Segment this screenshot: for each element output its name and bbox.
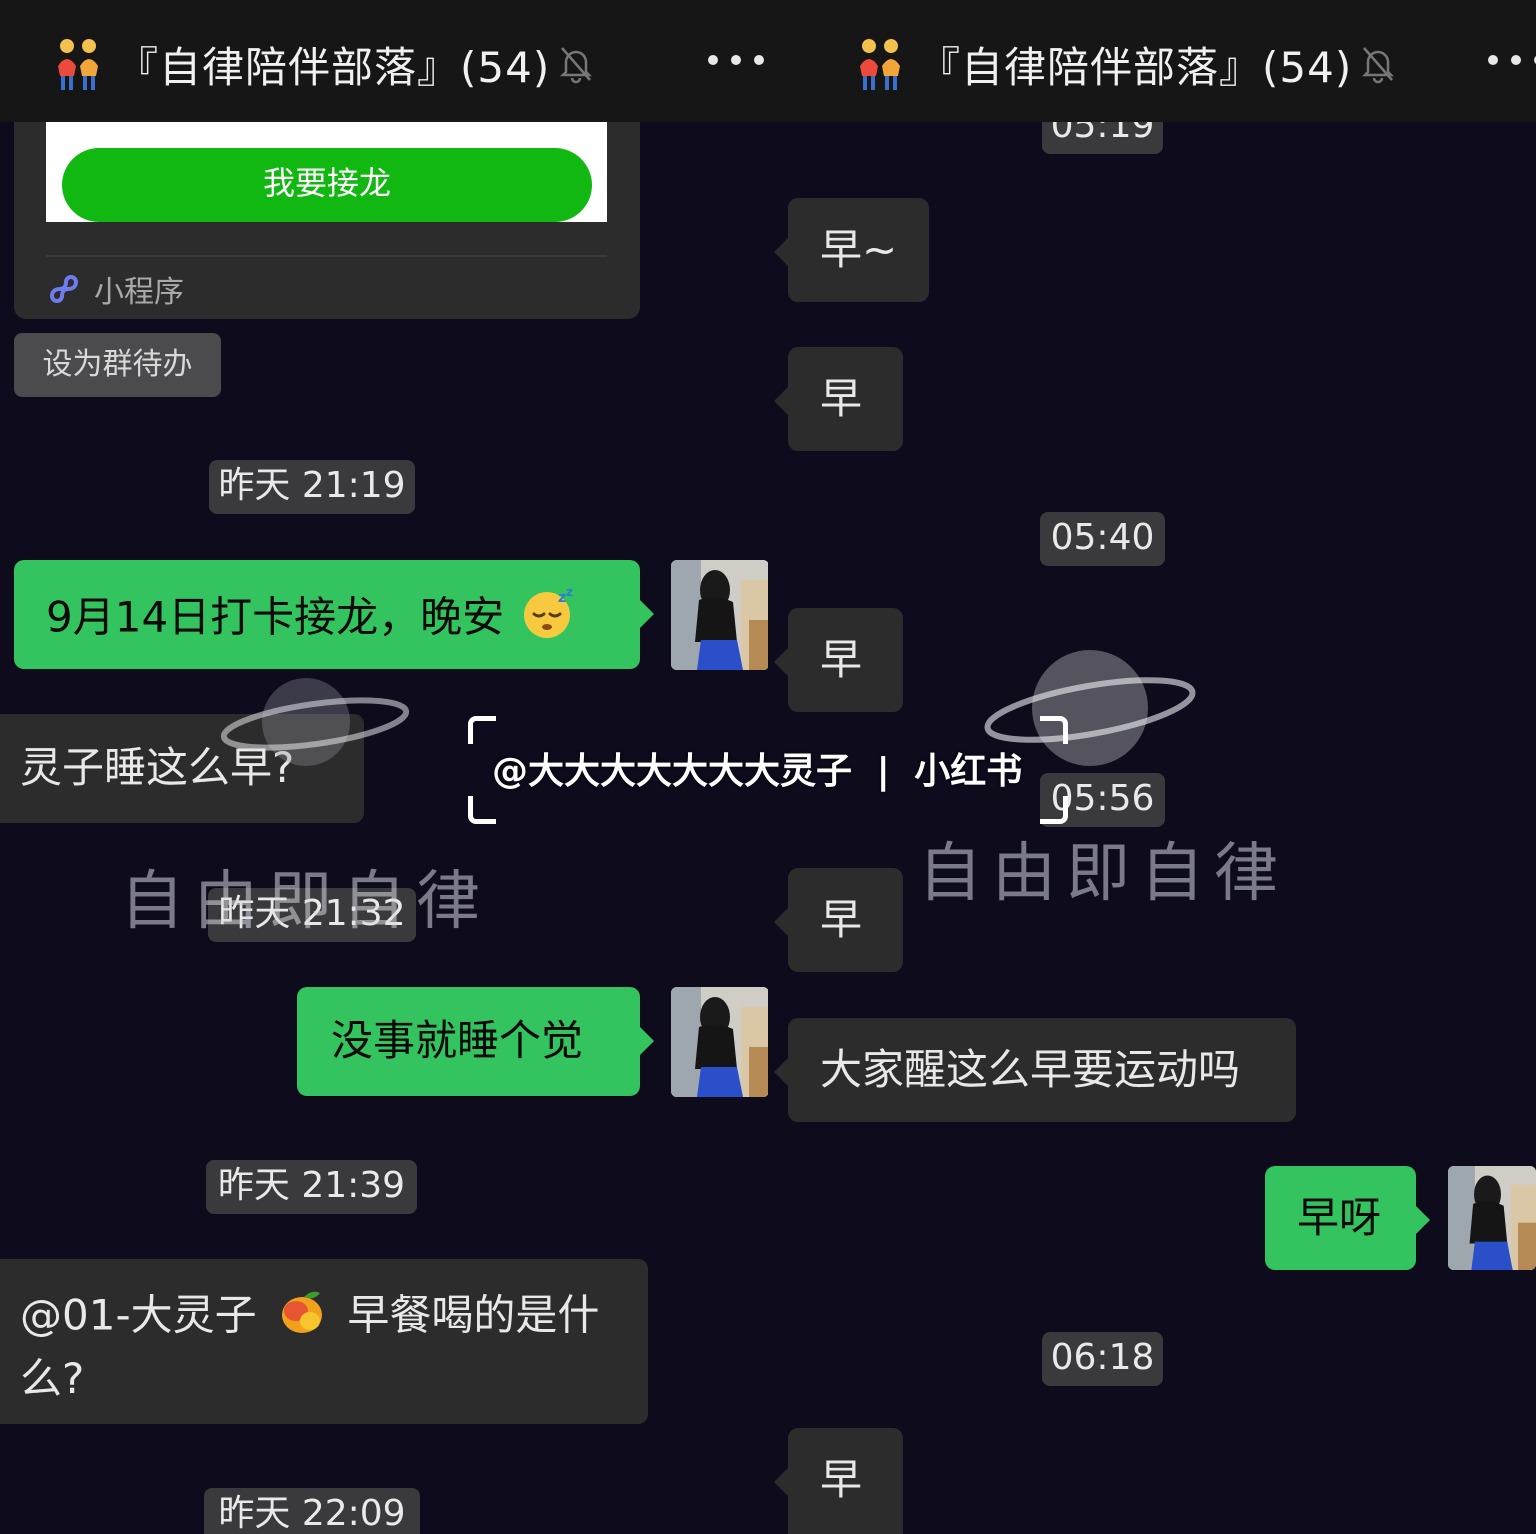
timestamp: 昨天 21:39	[206, 1160, 417, 1214]
mini-program-label: 小程序	[94, 275, 184, 310]
chat-title: 『自律陪伴部落』(54)	[116, 42, 551, 92]
timestamp: 05:40	[1040, 512, 1165, 566]
mango-emoji	[276, 1285, 328, 1351]
two-people-icon	[854, 36, 906, 92]
avatar[interactable]	[1448, 1166, 1536, 1270]
message-text: 早~	[820, 225, 898, 274]
two-people-icon	[52, 36, 104, 92]
message-bubble-in[interactable]: 早	[774, 1428, 903, 1534]
bell-muted-icon	[558, 44, 594, 84]
message-text: 早	[820, 374, 863, 423]
message-bubble-out[interactable]: 早呀	[1265, 1166, 1430, 1270]
message-text: 早	[820, 1455, 863, 1504]
join-chain-button[interactable]: 我要接龙	[62, 148, 592, 222]
mini-program-card[interactable]: 我要接龙 小程序	[14, 122, 640, 319]
chat-header: 『自律陪伴部落』(54)	[768, 0, 1536, 122]
mini-program-icon	[49, 275, 79, 303]
card-preview: 我要接龙	[46, 122, 607, 222]
handwriting-watermark: 自由即自律	[120, 865, 490, 939]
avatar[interactable]	[671, 987, 768, 1097]
message-text: 9月14日打卡接龙，晚安	[46, 592, 505, 642]
timestamp: 昨天 22:09	[204, 1488, 420, 1534]
watermark-handle: @大大大大大大大灵子	[492, 751, 853, 792]
planet-watermark-icon	[220, 678, 410, 766]
bell-muted-icon	[1360, 44, 1396, 84]
set-group-todo-button[interactable]: 设为群待办	[14, 333, 221, 397]
handwriting-watermark: 自由即自律	[918, 837, 1288, 911]
timestamp: 06:18	[1042, 1332, 1163, 1386]
message-bubble-out[interactable]: 9月14日打卡接龙，晚安 z z	[14, 560, 654, 669]
svg-text:z: z	[558, 590, 566, 606]
message-text: 没事就睡个觉	[331, 1016, 584, 1065]
timestamp: 昨天 21:19	[209, 460, 415, 514]
message-bubble-out[interactable]: 没事就睡个觉	[297, 987, 654, 1096]
chat-header: 『自律陪伴部落』(54)	[0, 0, 768, 122]
card-footer: 小程序	[46, 269, 184, 310]
avatar[interactable]	[671, 560, 768, 670]
chat-title: 『自律陪伴部落』(54)	[918, 42, 1353, 92]
message-text: 早	[820, 635, 863, 684]
message-bubble-in[interactable]: 早	[774, 868, 903, 972]
mention-text: @01-大灵子	[20, 1290, 257, 1340]
more-dots-icon[interactable]	[708, 40, 764, 80]
xiaohongshu-watermark: @大大大大大大大灵子 | 小红书	[468, 716, 1068, 824]
message-text: 早	[820, 895, 863, 944]
svg-text:z: z	[566, 586, 573, 599]
watermark-brand: 小红书	[914, 751, 1023, 792]
message-text: 大家醒这么早要运动吗	[820, 1045, 1241, 1094]
message-text: 早呀	[1297, 1193, 1382, 1242]
message-bubble-in[interactable]: 早	[774, 347, 903, 451]
message-bubble-in[interactable]: 早~	[774, 198, 929, 302]
sleeping-face-emoji: z z	[522, 585, 576, 654]
message-bubble-in[interactable]: 大家醒这么早要运动吗	[774, 1018, 1296, 1122]
more-dots-icon[interactable]	[1488, 40, 1536, 80]
message-bubble-in[interactable]: @01-大灵子 早餐喝的是什么?	[0, 1259, 648, 1424]
card-divider	[46, 255, 607, 257]
message-bubble-in[interactable]: 早	[774, 608, 903, 712]
